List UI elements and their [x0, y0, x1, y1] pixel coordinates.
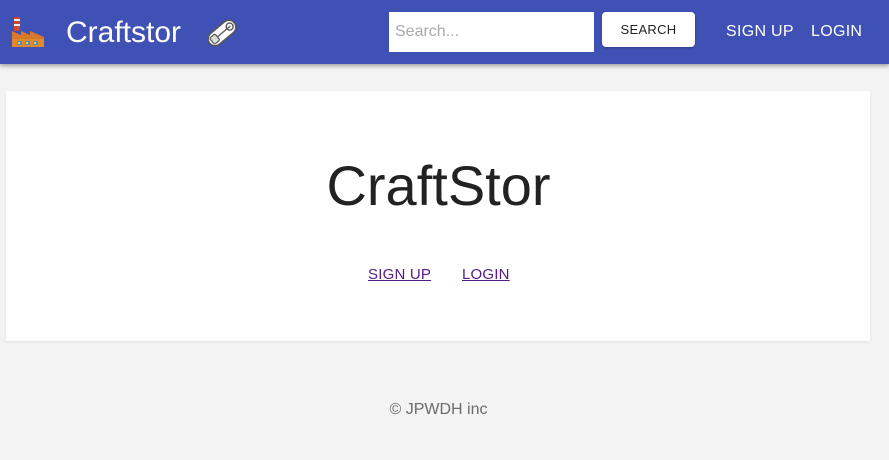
footer-copyright: © JPWDH inc [389, 401, 488, 418]
safety-pin-icon [203, 14, 241, 52]
nav-signup-link[interactable]: SIGN UP [726, 22, 794, 42]
nav-login-link[interactable]: LOGIN [811, 22, 862, 42]
top-navbar: Craftstor SEARCH SIGN UP LOGIN [0, 0, 889, 64]
card-login-link[interactable]: LOGIN [462, 266, 510, 284]
search-button[interactable]: SEARCH [602, 12, 695, 47]
search-input[interactable] [389, 12, 594, 52]
card-signup-link[interactable]: SIGN UP [368, 266, 431, 284]
hero-title: CraftStor [326, 154, 551, 217]
factory-icon[interactable] [10, 15, 46, 51]
brand-title[interactable]: Craftstor [66, 14, 181, 52]
